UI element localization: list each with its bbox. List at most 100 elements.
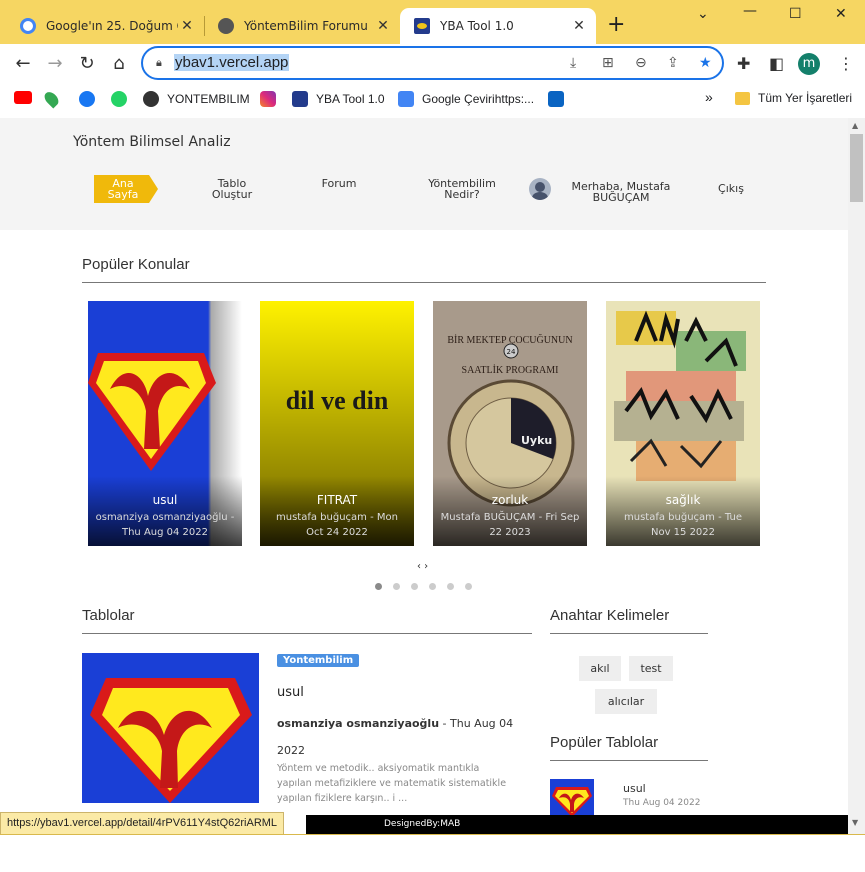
- nav-label: BUĞUÇAM: [592, 191, 650, 204]
- close-icon[interactable]: ✕: [178, 18, 196, 34]
- table-item-meta: osmanziya osmanziyaoğlu - Thu Aug 04: [277, 717, 513, 730]
- nav-logout[interactable]: Çıkış: [712, 183, 750, 194]
- card-image-text: 24: [507, 348, 516, 356]
- maps-bookmark[interactable]: [41, 89, 62, 109]
- extensions-icon[interactable]: ✚: [737, 54, 750, 73]
- forward-icon[interactable]: →: [43, 52, 67, 76]
- table-item-excerpt: Yöntem ve metodik.. aksiyomatik mantıkla…: [277, 761, 533, 806]
- instagram-bookmark[interactable]: [260, 91, 276, 107]
- bookmark-yba-tool[interactable]: YBA Tool 1.0: [292, 91, 385, 107]
- category-badge[interactable]: Yontembilim: [277, 654, 360, 667]
- tab-title: Google'ın 25. Doğum Gü: [46, 19, 178, 33]
- bookmark-label: YBA Tool 1.0: [316, 92, 385, 106]
- bookmarks-overflow-icon[interactable]: »: [705, 89, 713, 105]
- nav-home[interactable]: Ana Sayfa: [100, 178, 146, 200]
- globe-icon: [143, 91, 159, 107]
- keyword-tag[interactable]: alıcılar: [595, 689, 657, 714]
- page-scrollbar[interactable]: ▲ ▼: [848, 118, 865, 834]
- carousel-dot[interactable]: [447, 583, 454, 590]
- table-thumbnail[interactable]: [82, 653, 259, 803]
- nav-forum[interactable]: Forum: [310, 178, 368, 189]
- install-icon[interactable]: ⤓: [570, 55, 576, 71]
- close-icon[interactable]: ✕: [374, 18, 392, 34]
- close-icon[interactable]: ✕: [570, 18, 588, 34]
- url-text[interactable]: ybav1.vercel.app: [174, 54, 290, 71]
- tab-title: YBA Tool 1.0: [440, 19, 514, 33]
- card-meta: Mustafa BUĞUÇAM - Fri Sep 22 2023: [433, 510, 587, 540]
- google-icon: [20, 18, 36, 34]
- side-panel-icon[interactable]: ◧: [769, 54, 784, 73]
- browser-window: Google'ın 25. Doğum Gü ✕ YöntemBilim For…: [0, 0, 865, 834]
- bookmark-yontembilim[interactable]: YONTEMBILIM: [143, 91, 250, 107]
- nav-what-is[interactable]: Yöntembilim Nedir?: [418, 178, 506, 200]
- user-greeting[interactable]: Merhaba, Mustafa BUĞUÇAM: [562, 181, 680, 203]
- all-bookmarks-folder[interactable]: Tüm Yer İşaretleri: [735, 91, 852, 105]
- lock-icon[interactable]: 🔒︎: [156, 56, 162, 70]
- whatsapp-bookmark[interactable]: [111, 91, 127, 107]
- nav-label: Oluştur: [211, 188, 253, 201]
- carousel-dot[interactable]: [393, 583, 400, 590]
- table-item-author[interactable]: osmanziya osmanziyaoğlu: [277, 717, 439, 730]
- tab-strip: Google'ın 25. Doğum Gü ✕ YöntemBilim For…: [0, 0, 865, 44]
- section-divider: [550, 760, 708, 761]
- folder-icon: [735, 91, 750, 105]
- minimize-icon[interactable]: —: [743, 3, 757, 19]
- tab-forum[interactable]: YöntemBilim Forumu ✕: [204, 8, 400, 44]
- carousel-dot[interactable]: [375, 583, 382, 590]
- home-icon[interactable]: ⌂: [107, 52, 131, 76]
- tab-yba-tool[interactable]: YBA Tool 1.0 ✕: [400, 8, 596, 44]
- bookmark-label: Tüm Yer İşaretleri: [758, 91, 853, 105]
- menu-icon[interactable]: ⋮: [838, 54, 854, 73]
- globe-icon: [218, 18, 234, 34]
- site-brand[interactable]: Yöntem Bilimsel Analiz: [73, 134, 231, 150]
- window-close-icon[interactable]: ✕: [835, 6, 847, 22]
- maximize-icon[interactable]: ☐: [789, 6, 802, 22]
- tab-google[interactable]: Google'ın 25. Doğum Gü ✕: [6, 8, 204, 44]
- bookmark-google-translate[interactable]: Google Çevirihttps:...: [398, 91, 534, 107]
- keyword-tag[interactable]: akıl: [579, 656, 621, 681]
- keyword-tag[interactable]: test: [629, 656, 673, 681]
- carousel-dot[interactable]: [429, 583, 436, 590]
- carousel-dots: [375, 583, 483, 590]
- outlook-icon: [548, 91, 564, 107]
- carousel-arrows[interactable]: ‹ ›: [417, 561, 428, 572]
- popular-table-thumbnail[interactable]: [550, 779, 594, 817]
- popular-table-title[interactable]: usul: [623, 782, 646, 795]
- back-icon[interactable]: ←: [11, 52, 35, 76]
- topic-card[interactable]: dil ve din FITRAT mustafa buğuçam - Mon O…: [260, 301, 414, 546]
- nav-create-table[interactable]: Tablo Oluştur: [200, 178, 264, 200]
- bookmark-star-icon[interactable]: ★: [699, 55, 712, 71]
- card-image-text: dil ve din: [286, 386, 389, 415]
- carousel-dot[interactable]: [465, 583, 472, 590]
- topic-card[interactable]: BİR MEKTEP ÇOCUĞUNUN SAATLİK PROGRAMI 24…: [433, 301, 587, 546]
- card-meta: mustafa buğuçam - Mon Oct 24 2022: [260, 510, 414, 540]
- scroll-down-icon[interactable]: ▼: [852, 818, 858, 827]
- profile-avatar[interactable]: m: [798, 53, 820, 75]
- scrollbar-thumb[interactable]: [850, 134, 863, 202]
- translate-icon: [398, 91, 414, 107]
- zoom-icon[interactable]: ⊖: [635, 55, 647, 71]
- youtube-bookmark[interactable]: [14, 91, 32, 104]
- carousel-dot[interactable]: [411, 583, 418, 590]
- new-tab-button[interactable]: +: [607, 14, 625, 36]
- tab-search-icon[interactable]: ⌄: [697, 6, 709, 22]
- card-meta: osmanziya osmanziyaoğlu - Thu Aug 04 2022: [88, 510, 242, 540]
- scroll-up-icon[interactable]: ▲: [852, 121, 858, 130]
- site-header: Yöntem Bilimsel Analiz Ana Sayfa Tablo O…: [0, 118, 848, 230]
- topic-card[interactable]: usul osmanziya osmanziyaoğlu - Thu Aug 04…: [88, 301, 242, 546]
- excerpt-line: yapılan fiziklere karşın.. i ...: [277, 793, 408, 804]
- translate-icon[interactable]: ⊞: [602, 55, 614, 71]
- address-bar[interactable]: 🔒︎ ybav1.vercel.app ⤓ ⊞ ⊖ ⇪ ★: [141, 46, 724, 80]
- status-bar-url: https://ybav1.vercel.app/detail/4rPV611Y…: [0, 812, 285, 834]
- table-item-title[interactable]: usul: [277, 685, 304, 700]
- user-avatar[interactable]: [529, 178, 551, 200]
- share-icon[interactable]: ⇪: [667, 55, 679, 71]
- card-date: Thu Aug 04 2022: [121, 527, 209, 538]
- whatsapp-icon: [111, 91, 127, 107]
- card-title: usul: [152, 493, 178, 507]
- facebook-bookmark[interactable]: [79, 91, 95, 107]
- reload-icon[interactable]: ↻: [75, 52, 99, 76]
- maps-icon: [41, 89, 62, 109]
- outlook-bookmark[interactable]: [548, 91, 564, 107]
- topic-card[interactable]: sağlık mustafa buğuçam - Tue Nov 15 2022: [606, 301, 760, 546]
